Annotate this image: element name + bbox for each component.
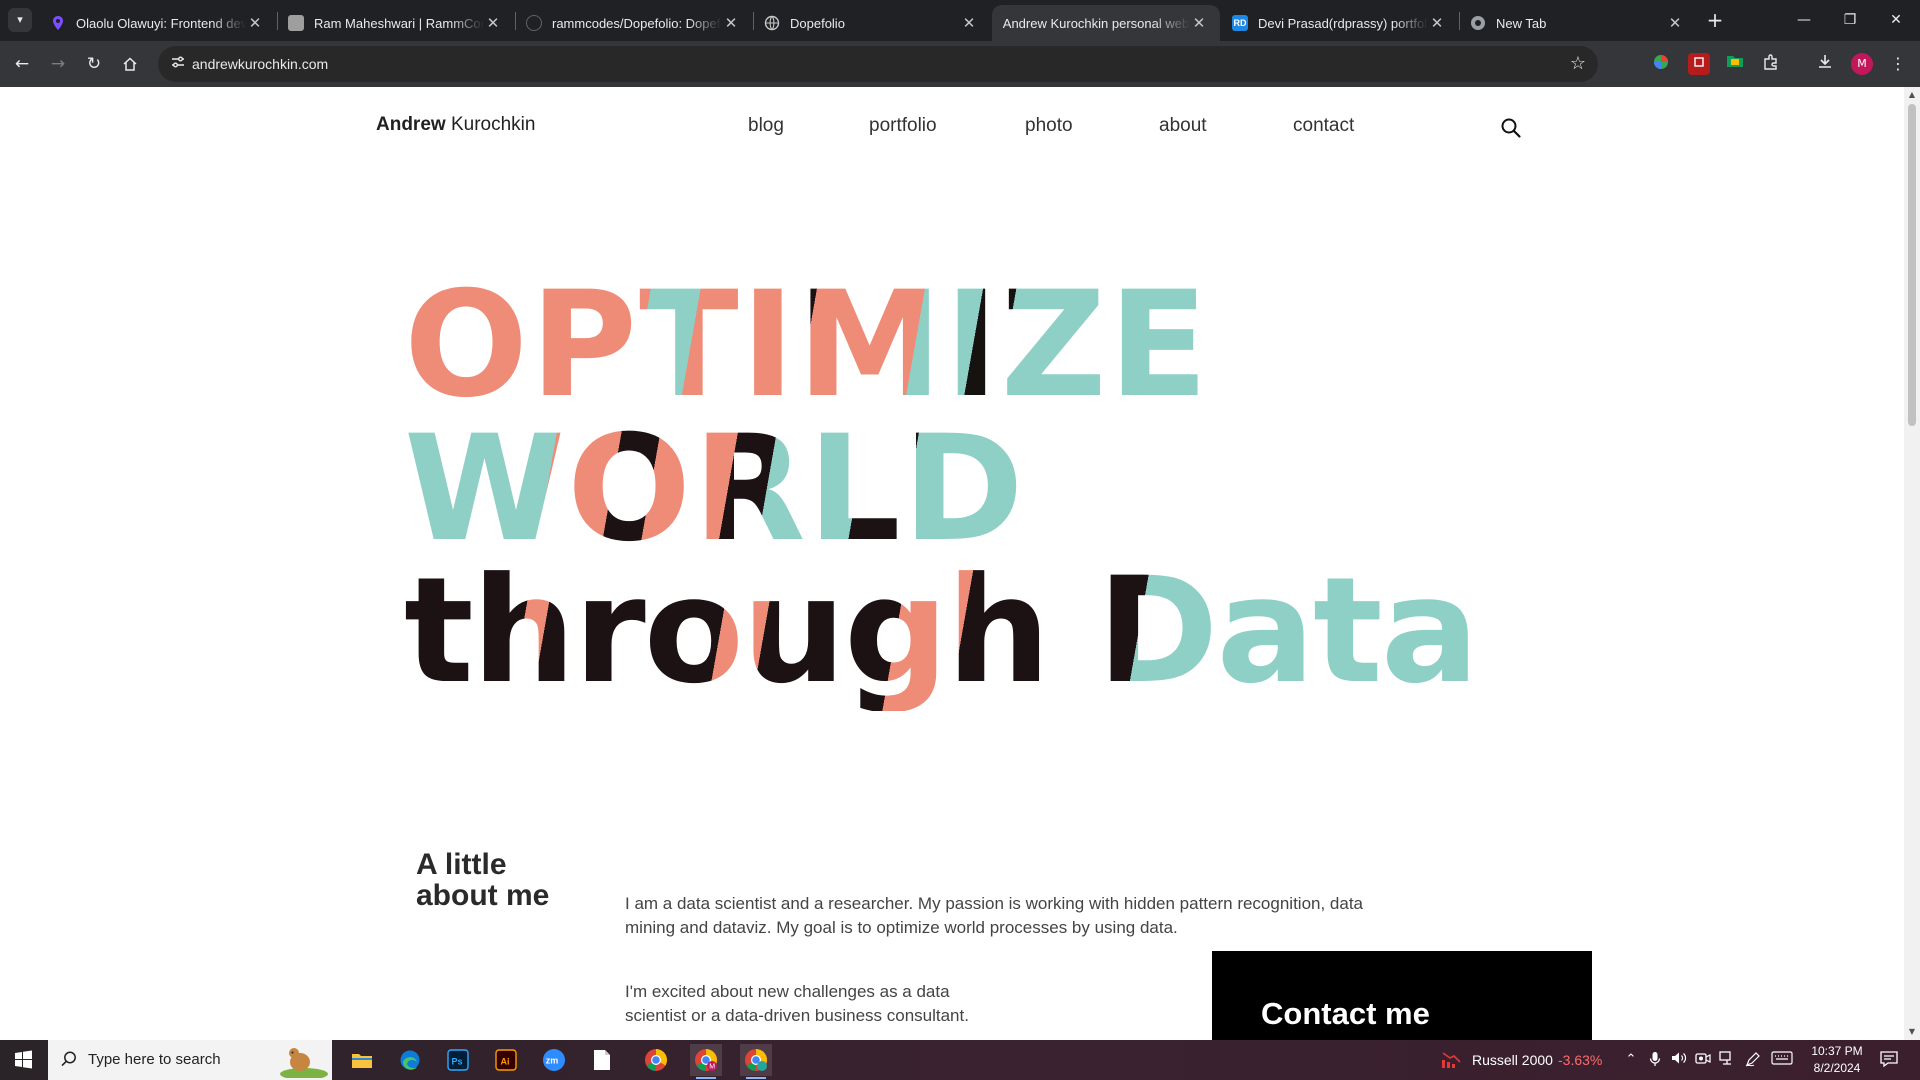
illustrator-icon[interactable]: Ai: [490, 1044, 522, 1076]
chrome-profile-alt-icon[interactable]: [740, 1044, 772, 1079]
close-window-icon[interactable]: ✕: [1873, 0, 1919, 41]
windows-taskbar: Type here to search Ps Ai zm M Russell 2…: [0, 1040, 1920, 1080]
stock-ticker-change[interactable]: -3.63%: [1558, 1040, 1602, 1080]
svg-text:Ps: Ps: [452, 1057, 463, 1067]
browser-tab[interactable]: RD Devi Prasad(rdprassy) portfolio ✕: [1222, 5, 1458, 41]
browser-menu-icon[interactable]: ⋮: [1887, 53, 1909, 75]
network-icon[interactable]: [1718, 1051, 1736, 1069]
download-icon[interactable]: [1814, 53, 1836, 75]
photoshop-icon[interactable]: Ps: [442, 1044, 474, 1076]
home-icon[interactable]: [116, 50, 144, 78]
location-pin-icon: [50, 15, 66, 31]
hero-line-world: WORLD: [404, 404, 1026, 574]
chrome-taskbar-icon[interactable]: [640, 1044, 672, 1076]
profile-favicon-icon: [288, 15, 304, 31]
search-highlight-illustration-icon[interactable]: [276, 1044, 328, 1080]
taskbar-search-box[interactable]: Type here to search: [48, 1040, 332, 1080]
contact-me-label: Contact me: [1261, 996, 1430, 1031]
address-bar[interactable]: andrewkurochkin.com ☆: [158, 46, 1598, 82]
close-tab-icon[interactable]: ✕: [1666, 14, 1684, 32]
close-tab-icon[interactable]: ✕: [484, 14, 502, 32]
scroll-down-arrow-icon[interactable]: ▼: [1904, 1024, 1920, 1040]
notepad-file-icon[interactable]: [586, 1044, 618, 1076]
url-text: andrewkurochkin.com: [192, 56, 329, 72]
browser-tab-active[interactable]: Andrew Kurochkin personal web ✕: [992, 5, 1220, 41]
volume-icon[interactable]: [1670, 1051, 1688, 1069]
chrome-icon: [1470, 15, 1486, 31]
pen-icon[interactable]: [1744, 1051, 1762, 1069]
web-page: Andrew Kurochkin blog portfolio photo ab…: [0, 87, 1904, 1040]
stock-ticker-name[interactable]: Russell 2000: [1472, 1040, 1553, 1080]
extension-folder-icon[interactable]: [1724, 53, 1746, 75]
extension-colorful-icon[interactable]: [1650, 53, 1672, 75]
svg-text:zm: zm: [546, 1056, 559, 1066]
zoom-icon[interactable]: zm: [538, 1044, 570, 1076]
clock-time: 10:37 PM: [1811, 1044, 1863, 1058]
svg-text:M: M: [709, 1064, 715, 1071]
reload-icon[interactable]: ↻: [80, 50, 108, 78]
profile-avatar[interactable]: M: [1851, 53, 1873, 75]
windows-start-icon[interactable]: [0, 1040, 46, 1080]
show-hidden-icons-chevron-icon[interactable]: ⌃: [1622, 1051, 1640, 1069]
restore-icon[interactable]: ❐: [1827, 0, 1873, 41]
microphone-icon[interactable]: [1646, 1051, 1664, 1069]
browser-tab[interactable]: rammcodes/Dopefolio: Dopefolio ✕: [516, 5, 752, 41]
camera-icon[interactable]: [1694, 1051, 1712, 1069]
site-settings-icon[interactable]: [168, 54, 188, 74]
file-explorer-icon[interactable]: [346, 1044, 378, 1076]
about-paragraph-secondary: I'm excited about new challenges as a da…: [625, 982, 969, 1025]
browser-tab-strip: ▾ Olaolu Olawuyi: Frontend deve ✕ Ram Ma…: [0, 0, 1920, 41]
browser-toolbar: ← → ↻ andrewkurochkin.com ☆ M ⋮: [0, 41, 1920, 87]
minimize-icon[interactable]: —: [1781, 0, 1827, 41]
nav-link-contact[interactable]: contact: [1293, 115, 1354, 137]
search-icon: [60, 1050, 80, 1070]
page-scrollbar[interactable]: ▲ ▼: [1904, 87, 1920, 1040]
close-tab-icon[interactable]: ✕: [960, 14, 978, 32]
search-icon[interactable]: [1500, 117, 1522, 139]
rd-favicon-icon: RD: [1232, 15, 1248, 31]
github-icon: [526, 15, 542, 31]
svg-text:Ai: Ai: [501, 1057, 510, 1067]
forward-arrow-icon[interactable]: →: [44, 50, 72, 78]
contact-me-card[interactable]: Contact me: [1212, 951, 1592, 1040]
extension-red-square-icon[interactable]: [1688, 53, 1710, 75]
close-tab-icon[interactable]: ✕: [722, 14, 740, 32]
browser-tab[interactable]: Dopefolio ✕: [754, 5, 990, 41]
taskbar-search-placeholder: Type here to search: [88, 1051, 221, 1068]
browser-tab[interactable]: Ram Maheshwari | RammCodes ✕: [278, 5, 514, 41]
chrome-profile-m-icon[interactable]: M: [690, 1044, 722, 1079]
browser-tab[interactable]: New Tab ✕: [1460, 5, 1696, 41]
extensions-puzzle-icon[interactable]: [1760, 53, 1782, 75]
nav-link-portfolio[interactable]: portfolio: [869, 115, 937, 137]
hero-headline: OPTIMIZE WORLD through Data: [404, 260, 1504, 825]
system-clock[interactable]: 10:37 PM 8/2/2024: [1802, 1043, 1872, 1077]
scrollbar-thumb[interactable]: [1908, 104, 1916, 426]
stock-down-chart-icon[interactable]: [1440, 1051, 1462, 1069]
about-heading: A little about me: [416, 848, 550, 912]
scroll-up-arrow-icon[interactable]: ▲: [1904, 87, 1920, 103]
site-logo[interactable]: Andrew Kurochkin: [376, 114, 535, 136]
globe-icon: [764, 15, 780, 31]
notification-center-icon[interactable]: [1878, 1051, 1900, 1069]
browser-tab[interactable]: Olaolu Olawuyi: Frontend deve ✕: [40, 5, 276, 41]
keyboard-icon[interactable]: [1770, 1051, 1794, 1069]
edge-icon[interactable]: [394, 1044, 426, 1076]
new-tab-button[interactable]: +: [1703, 8, 1727, 32]
active-app-indicator: [696, 1077, 716, 1079]
tab-search-button[interactable]: ▾: [8, 8, 32, 32]
close-tab-icon[interactable]: ✕: [1190, 14, 1208, 32]
close-tab-icon[interactable]: ✕: [246, 14, 264, 32]
close-tab-icon[interactable]: ✕: [1428, 14, 1446, 32]
back-arrow-icon[interactable]: ←: [8, 50, 36, 78]
hero-line-through-data: through Data: [404, 546, 1479, 716]
active-app-indicator: [746, 1077, 766, 1079]
hero-line-optimize: OPTIMIZE: [404, 260, 1211, 430]
nav-link-blog[interactable]: blog: [748, 115, 784, 137]
about-paragraph: I am a data scientist and a researcher. …: [625, 894, 1364, 937]
clock-date: 8/2/2024: [1813, 1061, 1861, 1075]
nav-link-photo[interactable]: photo: [1025, 115, 1073, 137]
nav-link-about[interactable]: about: [1159, 115, 1207, 137]
bookmark-star-icon[interactable]: ☆: [1570, 53, 1586, 74]
